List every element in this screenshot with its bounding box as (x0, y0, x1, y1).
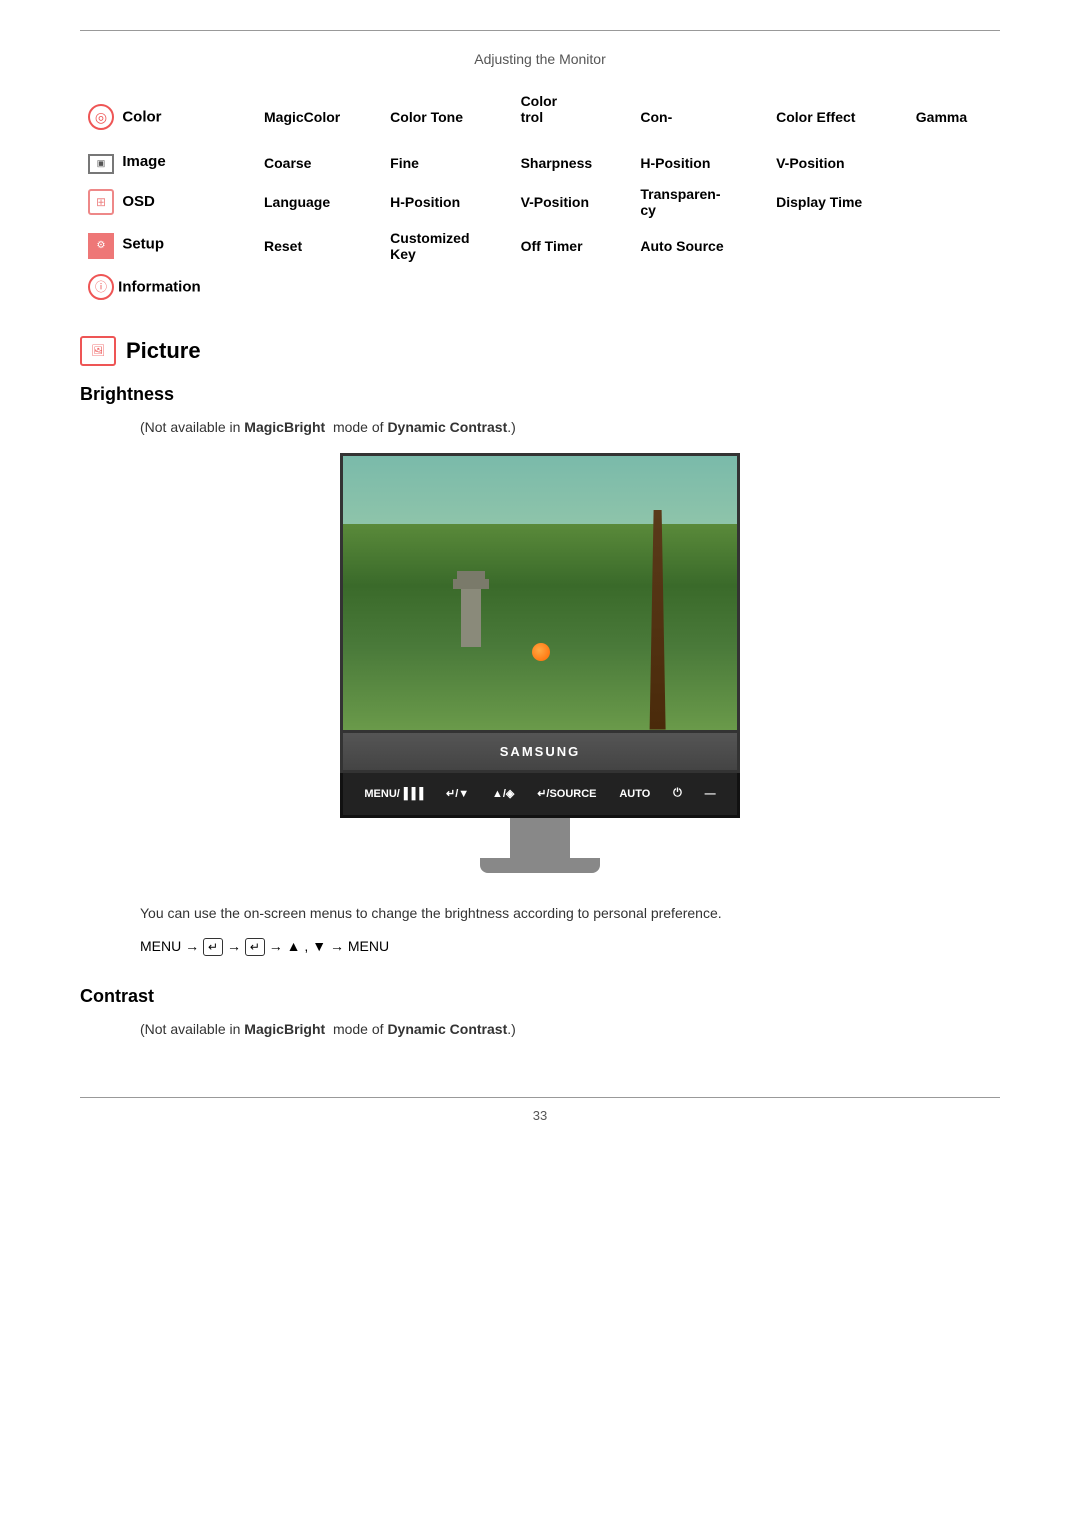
nav-row-setup: ⚙ Setup Reset CustomizedKey Off Timer Au… (80, 224, 1000, 268)
nav-coarse: Coarse (256, 147, 382, 180)
setup-label: Setup (118, 235, 164, 252)
stand-base (480, 858, 600, 873)
information-label: Information (118, 278, 201, 295)
ctrl-dash: — (705, 788, 716, 800)
image-icon: ▣ (88, 154, 114, 174)
monitor-bezel-bottom: SAMSUNG (340, 733, 740, 773)
contrast-section: Contrast (Not available in MagicBright m… (80, 986, 1000, 1037)
page-number: 33 (533, 1108, 547, 1123)
info-icon: ⓘ (88, 274, 114, 300)
brightness-description: You can use the on-screen menus to chang… (140, 903, 1000, 956)
monitor-container: SAMSUNG MENU/▐▐▐ ↵/▼ ▲/◈ ↵/SOURCE AUTO ⏻… (80, 453, 1000, 873)
nav-reset: Reset (256, 224, 382, 268)
trees (343, 524, 737, 730)
osd-icon: ⊞ (88, 189, 114, 215)
osd-label: OSD (118, 193, 155, 210)
picture-section-header: 🖼 Picture (80, 336, 1000, 366)
color-icon: ◎ (88, 104, 114, 130)
brightness-desc-text: You can use the on-screen menus to chang… (140, 903, 1000, 924)
ctrl-auto: AUTO (619, 788, 650, 800)
nav-row-image: ▣ Image Coarse Fine Sharpness H-Position… (80, 147, 1000, 180)
nav-magiccolor: MagicColor (256, 87, 382, 147)
color-label: Color (118, 109, 161, 126)
nav-colorcontrol-prefix: Con- (632, 87, 768, 147)
ctrl-power: ⏻ (673, 787, 682, 800)
nav-transparency: Transparen-cy (632, 180, 768, 224)
ctrl-enter-down: ↵/▼ (446, 787, 469, 800)
nav-table: ◎ Color MagicColor Color Tone Colortrolx… (80, 87, 1000, 306)
footer: 33 (80, 1097, 1000, 1123)
nav-row-information: ⓘ Information (80, 268, 1000, 306)
nav-vposition-image: V-Position (768, 147, 908, 180)
monitor-stand (340, 818, 740, 873)
ctrl-menu: MENU/▐▐▐ (364, 788, 423, 800)
nav-language: Language (256, 180, 382, 224)
nav-customizedkey: CustomizedKey (382, 224, 512, 268)
top-rule (80, 30, 1000, 31)
ctrl-up-brightness: ▲/◈ (492, 787, 514, 800)
nav-sharpness: Sharpness (513, 147, 633, 180)
brightness-note-bold2: Dynamic Contrast (387, 419, 507, 435)
picture-icon: 🖼 (80, 336, 116, 366)
samsung-logo: SAMSUNG (500, 744, 580, 759)
nav-vposition-osd: V-Position (513, 180, 633, 224)
setup-icon: ⚙ (88, 233, 114, 259)
nav-fine: Fine (382, 147, 512, 180)
brightness-heading: Brightness (80, 384, 1000, 405)
contrast-note: (Not available in MagicBright mode of Dy… (140, 1021, 1000, 1037)
brightness-note-bold1: MagicBright (244, 419, 325, 435)
brightness-menu-path: MENU → ↵ → ↵ → ▲ , ▼ → MENU (140, 938, 1000, 956)
menu-enter-icon1: ↵ (203, 938, 223, 956)
nav-hposition-osd: H-Position (382, 180, 512, 224)
nav-coloreffect: Color Effect (768, 87, 908, 147)
nav-autosource: Auto Source (632, 224, 768, 268)
brightness-note: (Not available in MagicBright mode of Dy… (140, 419, 1000, 435)
monitor-controls-bar: MENU/▐▐▐ ↵/▼ ▲/◈ ↵/SOURCE AUTO ⏻ — (340, 773, 740, 818)
picture-title: Picture (126, 338, 201, 364)
nav-displaytime: Display Time (768, 180, 908, 224)
nav-colorcontrol: Colortrolx (513, 87, 633, 147)
page-container: Adjusting the Monitor ◎ Color MagicColor… (0, 0, 1080, 1183)
nav-hposition-image: H-Position (632, 147, 768, 180)
pagoda (461, 587, 481, 647)
image-label: Image (118, 153, 166, 170)
orange-ball (532, 643, 550, 661)
nav-colortone: Color Tone (382, 87, 512, 147)
nav-row-osd: ⊞ OSD Language H-Position V-Position Tra… (80, 180, 1000, 224)
nav-row-color: ◎ Color MagicColor Color Tone Colortrolx… (80, 87, 1000, 147)
garden-background (343, 456, 737, 730)
page-title: Adjusting the Monitor (474, 51, 606, 67)
ctrl-source: ↵/SOURCE (537, 787, 596, 800)
nav-offtimer: Off Timer (513, 224, 633, 268)
contrast-note-bold1: MagicBright (244, 1021, 325, 1037)
nav-gamma: Gamma (908, 87, 1000, 147)
menu-enter-icon2: ↵ (245, 938, 265, 956)
page-header: Adjusting the Monitor (80, 51, 1000, 67)
monitor-screen (340, 453, 740, 733)
contrast-note-bold2: Dynamic Contrast (387, 1021, 507, 1037)
monitor-wrapper: SAMSUNG MENU/▐▐▐ ↵/▼ ▲/◈ ↵/SOURCE AUTO ⏻… (340, 453, 740, 873)
contrast-heading: Contrast (80, 986, 1000, 1007)
stand-neck (510, 818, 570, 858)
